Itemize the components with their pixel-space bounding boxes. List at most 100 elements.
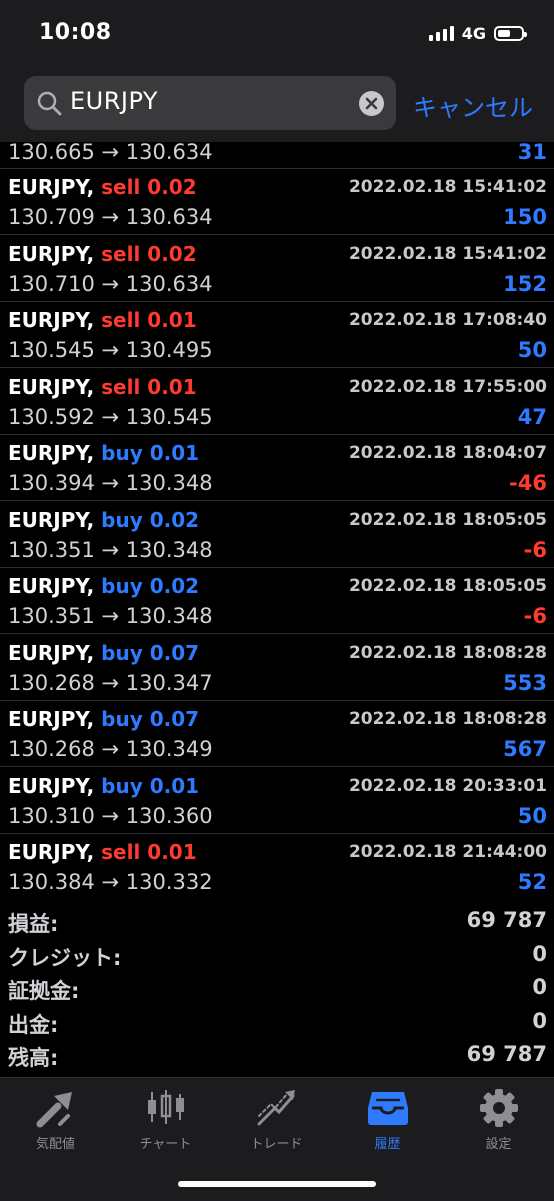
trade-symbol: EURJPY, sell 0.02	[8, 242, 197, 266]
summary-row: クレジット: 0	[0, 942, 554, 975]
chart-icon	[147, 1090, 184, 1124]
summary-label: 出金:	[8, 1012, 59, 1037]
trade-row[interactable]: EURJPY, sell 0.01 2022.02.18 21:44:00 130.…	[0, 834, 554, 899]
trade-symbol: EURJPY, sell 0.02	[8, 175, 197, 199]
trade-symbol-text: EURJPY,	[8, 374, 95, 399]
tab-label: トレード	[250, 1137, 303, 1152]
trade-row[interactable]: EURJPY, sell 0.01 2022.02.18 17:55:00 130.…	[0, 369, 554, 435]
trade-symbol-text: EURJPY,	[8, 707, 95, 731]
trade-prices: 130.394 → 130.348	[8, 471, 213, 495]
trade-type: sell 0.02	[101, 175, 197, 199]
trade-symbol: EURJPY, buy 0.07	[8, 641, 199, 665]
trade-datetime: 2022.02.18 18:05:05	[348, 576, 547, 596]
trade-symbol: EURJPY, sell 0.01	[8, 308, 197, 332]
trade-prices: 130.709 → 130.634	[8, 205, 213, 229]
tab-label: 履歴	[374, 1137, 401, 1152]
trade-profit: 553	[503, 670, 547, 695]
trade-type: buy 0.01	[101, 773, 200, 798]
battery-icon	[494, 25, 527, 41]
summary-row: 証拠金: 0	[0, 975, 554, 1008]
signal-icon	[428, 25, 454, 41]
trade-datetime: 2022.02.18 17:55:00	[348, 376, 547, 397]
trade-datetime: 2022.02.18 20:33:01	[348, 775, 547, 796]
trade-prices: 130.384 → 130.332	[8, 870, 213, 894]
trade-type: buy 0.01	[101, 441, 200, 465]
trade-datetime: 2022.02.18 18:08:28	[348, 709, 547, 729]
trade-row[interactable]: EURJPY, sell 0.02 2022.02.18 15:41:02 130.…	[0, 169, 554, 235]
search-header: EURJPY キャンセル	[0, 64, 554, 142]
trade-symbol-text: EURJPY,	[8, 773, 95, 798]
summary-value: 69 787	[466, 908, 547, 932]
settings-icon	[479, 1089, 518, 1127]
trade-symbol-text: EURJPY,	[8, 241, 95, 266]
trade-row[interactable]: EURJPY, sell 0.02 2022.02.18 15:41:02 130.…	[0, 236, 554, 302]
trade-type: buy 0.07	[101, 707, 200, 731]
trade-symbol-text: EURJPY,	[8, 308, 95, 332]
trade-profit: 52	[517, 870, 547, 894]
summary-row: 残高: 69 787	[0, 1042, 554, 1075]
tab-settings[interactable]: 設定	[443, 1088, 554, 1158]
trade-row[interactable]: EURJPY, buy 0.02 2022.02.18 18:05:05 130.3…	[0, 568, 554, 634]
trade-row[interactable]: EURJPY, buy 0.07 2022.02.18 18:08:28 130.2…	[0, 701, 554, 767]
trade-symbol: EURJPY, sell 0.01	[8, 375, 197, 399]
trade-profit: 50	[517, 338, 547, 362]
trade-type: buy 0.02	[101, 507, 200, 532]
trade-prices: 130.710 → 130.634	[8, 271, 213, 296]
trade-symbol-text: EURJPY,	[8, 640, 95, 665]
trade-row[interactable]: EURJPY, buy 0.02 2022.02.18 18:05:05 130.3…	[0, 502, 554, 568]
tab-quotes[interactable]: 気配値	[0, 1088, 111, 1158]
tab-label: 設定	[485, 1137, 512, 1152]
trade-datetime: 2022.02.18 18:08:28	[348, 642, 547, 663]
trade-symbol-text: EURJPY,	[8, 574, 95, 598]
search-input[interactable]: EURJPY	[24, 76, 396, 130]
trade-profit: 152	[503, 271, 547, 296]
trade-prices: 130.310 → 130.360	[8, 803, 213, 828]
search-query: EURJPY	[70, 87, 159, 115]
summary-row: 出金: 0	[0, 1009, 554, 1042]
status-time: 10:08	[39, 20, 112, 45]
tab-trade[interactable]: トレード	[221, 1088, 332, 1158]
trade-prices: 130.592 → 130.545	[8, 404, 213, 429]
summary-label: クレジット:	[8, 945, 122, 970]
trade-type: sell 0.02	[101, 241, 197, 266]
status-indicators: 4G	[428, 22, 527, 44]
trade-profit: -6	[523, 537, 547, 562]
trade-profit: 47	[517, 404, 547, 429]
trade-row[interactable]: EURJPY, buy 0.07 2022.02.18 18:08:28 130.2…	[0, 635, 554, 701]
cancel-button[interactable]: キャンセル	[413, 88, 533, 123]
trade-symbol: EURJPY, buy 0.01	[8, 774, 199, 798]
search-icon	[37, 91, 62, 116]
trade-symbol: EURJPY, buy 0.01	[8, 441, 199, 465]
tab-chart[interactable]: チャート	[110, 1088, 221, 1158]
trade-symbol: EURJPY, buy 0.02	[8, 508, 199, 532]
network-type: 4G	[461, 23, 486, 43]
trade-row[interactable]: EURJPY, buy 0.01 2022.02.18 18:04:07 130.3…	[0, 435, 554, 501]
trade-datetime: 2022.02.18 18:05:05	[348, 509, 547, 530]
tab-history[interactable]: 履歴	[332, 1088, 443, 1158]
summary-value: 0	[532, 941, 547, 966]
trade-prices: 130.665 → 130.634	[8, 142, 213, 164]
trade-datetime: 2022.02.18 18:04:07	[348, 443, 547, 463]
trade-history-list[interactable]: 130.665 → 130.634 31 EURJPY, sell 0.02 20…	[0, 142, 554, 899]
trade-symbol-text: EURJPY,	[8, 507, 95, 532]
summary-value: 0	[532, 1008, 547, 1033]
trade-row[interactable]: EURJPY, buy 0.01 2022.02.18 20:33:01 130.3…	[0, 768, 554, 834]
summary-value: 0	[532, 975, 547, 999]
home-indicator	[178, 1181, 376, 1187]
trade-row[interactable]: EURJPY, sell 0.01 2022.02.18 17:08:40 130.…	[0, 302, 554, 368]
trade-symbol-text: EURJPY,	[8, 441, 95, 465]
trade-symbol: EURJPY, buy 0.07	[8, 707, 199, 731]
trade-profit: -6	[523, 604, 547, 628]
list-item[interactable]: 130.665 → 130.634 31	[0, 142, 554, 169]
summary-label: 損益:	[8, 912, 59, 936]
account-summary: 損益: 69 787 クレジット: 0 証拠金: 0 出金: 0 残高: 69 787	[0, 900, 554, 1077]
trade-symbol-text: EURJPY,	[8, 175, 95, 199]
clear-search-icon[interactable]	[359, 91, 384, 116]
trade-symbol: EURJPY, buy 0.02	[8, 574, 199, 598]
trade-icon	[257, 1090, 295, 1126]
history-icon	[367, 1092, 408, 1125]
summary-label: 残高:	[8, 1046, 59, 1070]
trade-type: sell 0.01	[101, 840, 197, 864]
trade-symbol-text: EURJPY,	[8, 840, 95, 864]
status-bar: 10:08 4G	[0, 0, 554, 64]
